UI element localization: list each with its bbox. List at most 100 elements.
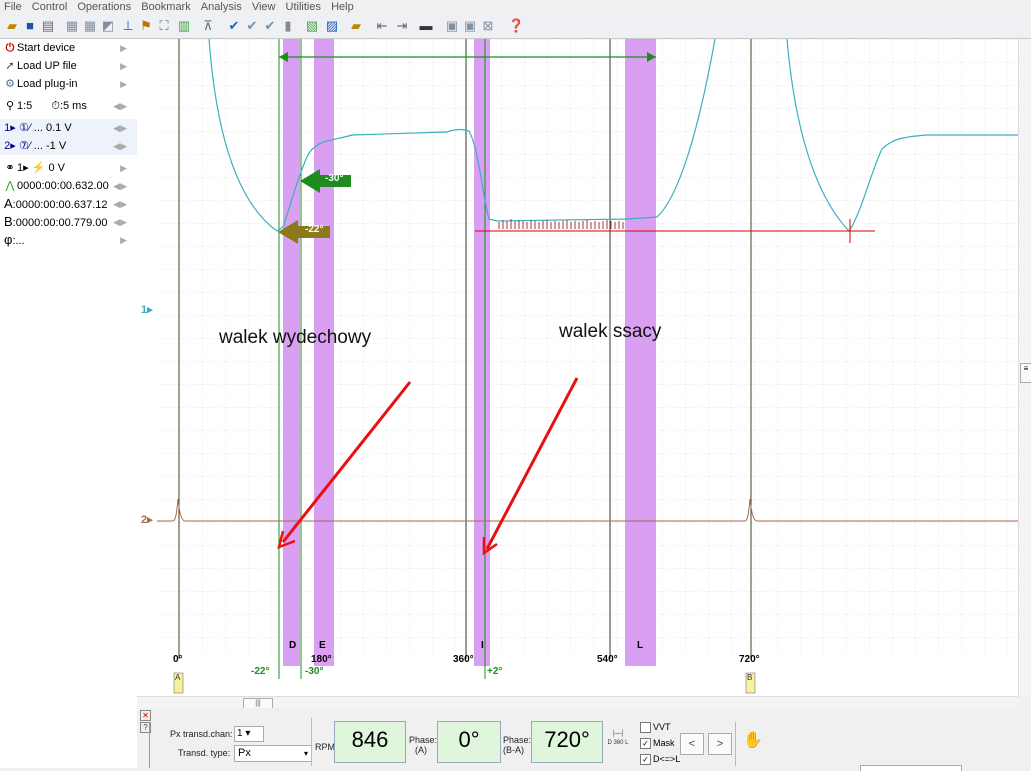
- menu-utilities[interactable]: Utilities: [282, 0, 324, 14]
- cursor-b-tag[interactable]: B: [747, 673, 752, 683]
- waveform-icon: ⋀: [5, 180, 15, 192]
- trigger-row[interactable]: ⚭ 1▸ ⚡ 0 V ▶: [0, 159, 137, 177]
- close-panel-icon[interactable]: ✕: [140, 710, 151, 721]
- mask-checkbox[interactable]: ✓ Mask: [640, 738, 675, 750]
- check-multi-icon[interactable]: ✔: [262, 18, 278, 34]
- chart-icon[interactable]: ▧: [304, 18, 320, 34]
- toolbar: ▰ ■ ▤ ▦ ▦ ◩ ⊥ ⚑ ⛶ ▥ ⊼ ✔ ✔ ✔ ▮ ▧ ▨ ▰ ⇤ ⇥ …: [0, 15, 1031, 39]
- load-up-label: Load UP file: [17, 60, 77, 72]
- chevron-right-icon: ▶: [120, 163, 127, 173]
- channel-2-row[interactable]: 2▸ ⑦⁄ ... -1 V ◀▶: [0, 137, 137, 155]
- phase-a-display: 0°: [437, 721, 501, 763]
- save-icon[interactable]: ■: [22, 18, 38, 34]
- transd-type-select[interactable]: Px ▾: [234, 745, 312, 762]
- green-m22-label: -22°: [251, 666, 270, 677]
- window-icon[interactable]: ▣: [444, 18, 460, 34]
- copy-icon[interactable]: ▦: [64, 18, 80, 34]
- green-arrow-label: -30°: [325, 173, 344, 184]
- paste-icon[interactable]: ▦: [82, 18, 98, 34]
- transd-type-label: Transd. type:: [178, 748, 231, 758]
- open-folder-icon[interactable]: ▰: [4, 18, 20, 34]
- check-icon[interactable]: ✔: [226, 18, 242, 34]
- separator: [735, 722, 736, 766]
- plot-canvas: [137, 38, 1018, 696]
- stepper-icon[interactable]: ◀▶: [113, 119, 127, 137]
- vertical-scrollbar[interactable]: ≡: [1018, 39, 1031, 696]
- menu-analysis[interactable]: Analysis: [197, 0, 245, 14]
- step-forward-icon[interactable]: ⇥: [394, 18, 410, 34]
- frame-menu-icon[interactable]: ▬: [418, 18, 434, 34]
- phase-ba-label: Phase:: [503, 735, 532, 745]
- load-up-item[interactable]: ➚ Load UP file ▶: [0, 57, 137, 75]
- menu-operations[interactable]: Operations: [73, 0, 134, 14]
- filter-icon[interactable]: ⊼: [200, 18, 216, 34]
- power-icon: ⏻: [5, 42, 15, 54]
- channel-1-value: ... 0.1 V: [33, 122, 72, 134]
- trigger-value: 0 V: [48, 162, 65, 174]
- channel-menu-icon[interactable]: ▥: [176, 18, 192, 34]
- phi-row[interactable]: φ:... ▶: [0, 231, 137, 249]
- marker-tool-icon[interactable]: ⚑: [138, 18, 154, 34]
- zoom-tool-icon[interactable]: ⛶: [156, 18, 172, 34]
- stepper-icon[interactable]: ◀▶: [113, 195, 127, 213]
- cursor-b-row[interactable]: B:0000:00:00.779.00 ◀▶: [0, 213, 137, 231]
- dsl-button[interactable]: ├─┤ D 360 L: [607, 730, 629, 754]
- stepper-icon[interactable]: ◀▶: [113, 177, 127, 195]
- menu-control[interactable]: Control: [28, 0, 70, 14]
- vvt-checkbox[interactable]: VVT: [640, 722, 671, 734]
- stepper-icon[interactable]: ◀▶: [113, 213, 127, 231]
- prev-button[interactable]: <: [680, 733, 704, 755]
- menu-file[interactable]: File: [0, 0, 25, 14]
- vvt-label: VVT: [653, 722, 671, 732]
- next-button[interactable]: >: [708, 733, 732, 755]
- hand-tool-icon[interactable]: ✋: [743, 730, 763, 750]
- scale-row[interactable]: ⚲ 1:5 ⏱:5 ms ◀▶: [0, 97, 137, 115]
- document-icon[interactable]: ▮: [280, 18, 296, 34]
- start-device-item[interactable]: ⏻ Start device ▶: [0, 39, 137, 57]
- channel-2-icon: 2▸: [4, 140, 16, 152]
- menu-bar: File Control Operations Bookmark Analysi…: [0, 0, 1031, 15]
- phase-ba-sub: (B-A): [503, 745, 524, 755]
- oscilloscope-plot[interactable]: 1▸ 2▸ walek wydechowy walek ssacy -30° -…: [137, 38, 1018, 696]
- menu-help[interactable]: Help: [327, 0, 357, 14]
- stepper-icon[interactable]: ◀▶: [113, 137, 127, 155]
- folder-menu-icon[interactable]: ▰: [348, 18, 364, 34]
- px-chan-select[interactable]: 1 ▾: [234, 726, 264, 742]
- cursor-a-value: :0000:00:00.637.12: [12, 199, 108, 211]
- stepper-icon[interactable]: ◀▶: [113, 97, 127, 115]
- start-device-label: Start device: [17, 42, 76, 54]
- cursor-tool-icon[interactable]: ⊥: [120, 18, 136, 34]
- vertical-scroll-thumb[interactable]: ≡: [1020, 363, 1031, 383]
- band-l: [625, 39, 656, 666]
- channel-1-row[interactable]: 1▸ ①⁄ ... 0.1 V ◀▶: [0, 119, 137, 137]
- dl-check-box[interactable]: ✓: [640, 754, 651, 766]
- menu-view[interactable]: View: [248, 0, 279, 14]
- channel-1-icon: 1▸: [4, 122, 16, 134]
- mask-check-box[interactable]: ✓: [640, 738, 651, 750]
- check-all-icon[interactable]: ✔: [244, 18, 260, 34]
- bottom-panel: ✕ ? Px transd.chan: 1 ▾ Transd. type: Px…: [137, 708, 1031, 771]
- cursor-a-row[interactable]: A:0000:00:00.637.12 ◀▶: [0, 195, 137, 213]
- scale-value: 1:5: [17, 100, 33, 112]
- degree-180-label: 180°: [311, 654, 332, 665]
- step-back-icon[interactable]: ⇤: [374, 18, 390, 34]
- print-icon[interactable]: ▤: [40, 18, 56, 34]
- layers-icon[interactable]: ◩: [100, 18, 116, 34]
- dl-checkbox[interactable]: ✓ D<=>L: [640, 754, 680, 766]
- menu-bookmark[interactable]: Bookmark: [137, 0, 194, 14]
- cursor-a-tag[interactable]: A: [175, 673, 180, 683]
- annotation-intake: walek ssacy: [559, 321, 662, 342]
- channel-1-marker: 1▸: [141, 304, 153, 316]
- cursor-time-row[interactable]: ⋀ 0000:00:00.632.00 ◀▶: [0, 177, 137, 195]
- green-p2-label: +2°: [487, 666, 503, 677]
- help-icon[interactable]: ❓: [508, 18, 524, 34]
- load-plugin-item[interactable]: ⚙ Load plug-in ▶: [0, 75, 137, 93]
- close-window-icon[interactable]: ⊠: [480, 18, 496, 34]
- tile-icon[interactable]: ▣: [462, 18, 478, 34]
- band-e: [314, 39, 334, 666]
- chevron-right-icon: ▶: [120, 43, 127, 53]
- export-icon[interactable]: ▨: [324, 18, 340, 34]
- vvt-check-box[interactable]: [640, 722, 651, 734]
- timebase-value: :5 ms: [59, 100, 87, 112]
- separator: [311, 718, 312, 766]
